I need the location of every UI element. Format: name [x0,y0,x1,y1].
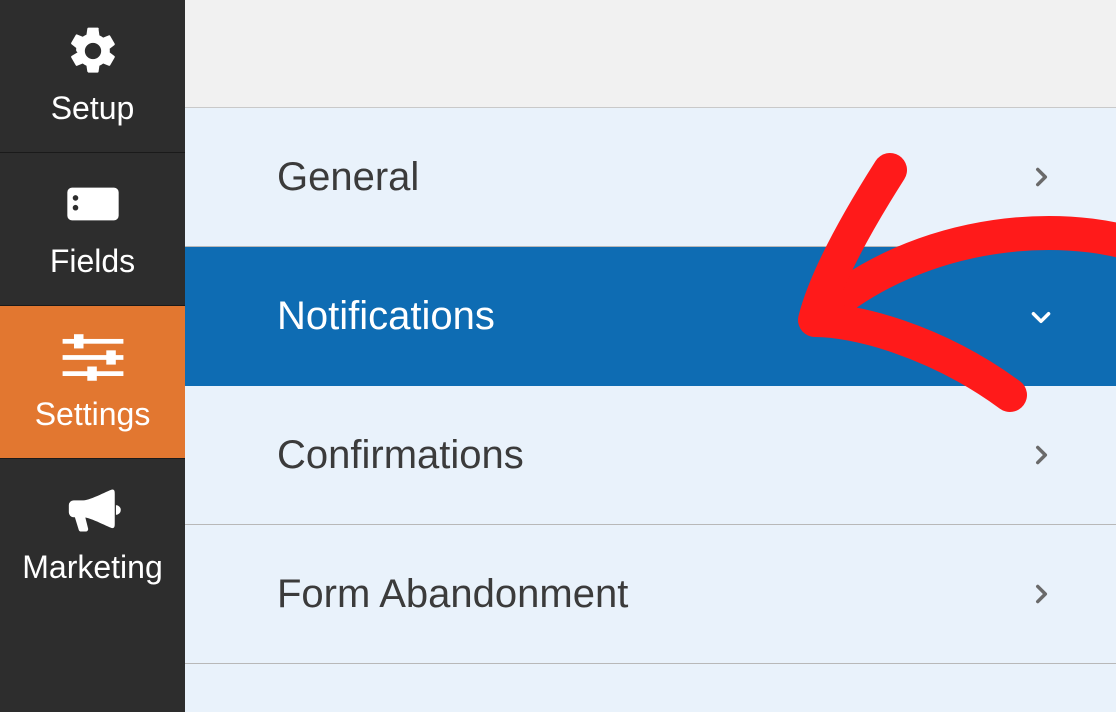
chevron-down-icon [1028,304,1054,330]
chevron-right-icon [1028,581,1054,607]
sidebar-item-label: Fields [50,245,135,277]
list-icon [60,175,126,233]
main-content: General Notifications Confirmations Form… [185,0,1116,712]
panel-item-notifications[interactable]: Notifications [185,247,1116,386]
settings-panel-list: General Notifications Confirmations Form… [185,108,1116,712]
sidebar: Setup Fields Settings Marketing [0,0,185,712]
chevron-right-icon [1028,442,1054,468]
bullhorn-icon [64,481,122,539]
panel-item-label: General [277,155,419,200]
top-bar [185,0,1116,108]
panel-item-form-abandonment[interactable]: Form Abandonment [185,525,1116,664]
sliders-icon [55,328,131,386]
sidebar-item-label: Marketing [22,551,163,583]
panel-item-label: Form Abandonment [277,572,628,617]
sidebar-item-label: Settings [35,398,151,430]
chevron-right-icon [1028,164,1054,190]
sidebar-item-label: Setup [51,92,135,124]
panel-item-label: Notifications [277,294,495,339]
sidebar-item-settings[interactable]: Settings [0,306,185,459]
sidebar-item-marketing[interactable]: Marketing [0,459,185,611]
sidebar-item-fields[interactable]: Fields [0,153,185,306]
gear-icon [65,22,121,80]
panel-item-label: Confirmations [277,433,524,478]
panel-item-general[interactable]: General [185,108,1116,247]
panel-item-confirmations[interactable]: Confirmations [185,386,1116,525]
sidebar-item-setup[interactable]: Setup [0,0,185,153]
